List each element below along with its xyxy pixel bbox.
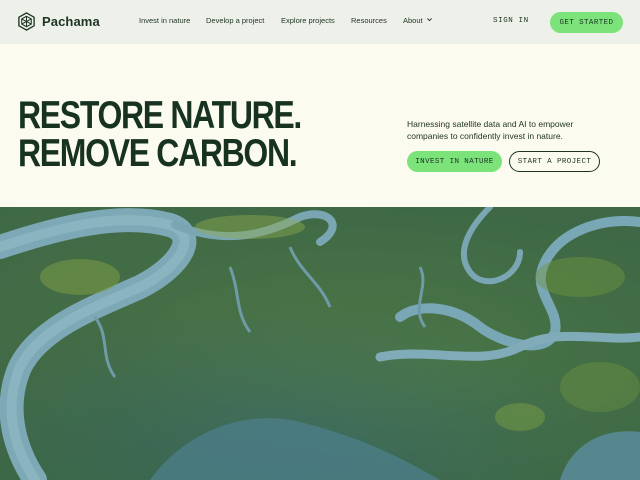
nav-item-about-label: About <box>403 16 423 25</box>
hero-headline-line-2: REMOVE CARBON. <box>18 132 298 175</box>
chevron-down-icon <box>426 16 433 25</box>
hero-subtext: Harnessing satellite data and AI to empo… <box>407 119 574 141</box>
aerial-wetland-image <box>0 207 640 480</box>
brand-name: Pachama <box>42 14 100 29</box>
hero-headline: RESTORE NATURE. REMOVE CARBON. <box>18 94 302 175</box>
nav-item-explore-projects[interactable]: Explore projects <box>281 16 335 25</box>
nav-item-resources[interactable]: Resources <box>351 16 387 25</box>
hero-headline-line-1: RESTORE NATURE. <box>18 94 302 137</box>
hexagon-leaf-icon <box>17 12 36 31</box>
sign-in-link[interactable]: SIGN IN <box>493 17 529 25</box>
nav-item-about[interactable]: About <box>403 16 433 25</box>
invest-in-nature-button[interactable]: INVEST IN NATURE <box>407 151 502 172</box>
start-a-project-button[interactable]: START A PROJECT <box>509 151 600 172</box>
nav-item-invest-in-nature[interactable]: Invest in nature <box>139 16 190 25</box>
nav-item-develop-a-project[interactable]: Develop a project <box>206 16 264 25</box>
site-header: Pachama Invest in nature Develop a proje… <box>0 0 640 44</box>
brand-logo[interactable]: Pachama <box>17 12 100 31</box>
get-started-button[interactable]: GET STARTED <box>550 12 623 33</box>
